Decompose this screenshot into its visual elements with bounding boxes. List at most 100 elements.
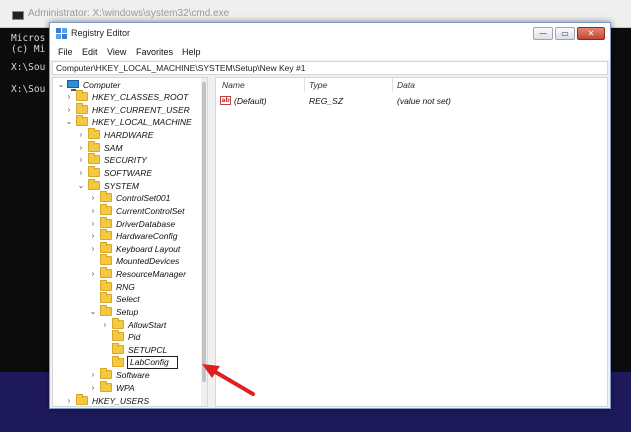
- regedit-titlebar[interactable]: Registry Editor — ▭ ✕: [50, 23, 610, 44]
- tree-item[interactable]: SETUPCL: [101, 343, 193, 356]
- chevron-right-icon[interactable]: ›: [77, 167, 85, 179]
- folder-icon: [100, 254, 112, 265]
- computer-icon: [67, 80, 79, 91]
- maximize-button[interactable]: ▭: [555, 27, 575, 40]
- tree-item[interactable]: › HKEY_CLASSES_ROOT: [65, 90, 193, 103]
- tree-item-label: HKEY_LOCAL_MACHINE: [92, 117, 192, 127]
- chevron-right-icon[interactable]: ›: [89, 218, 97, 230]
- menu-edit[interactable]: Edit: [82, 47, 98, 57]
- folder-icon: [100, 368, 112, 379]
- tree-item[interactable]: › ControlSet001: [89, 191, 193, 204]
- tree-item[interactable]: › Software: [89, 368, 193, 381]
- folder-icon: [100, 229, 112, 240]
- chevron-right-icon[interactable]: ›: [89, 230, 97, 242]
- regedit-icon: [56, 28, 67, 39]
- folder-icon: [100, 305, 112, 316]
- address-bar[interactable]: Computer\HKEY_LOCAL_MACHINE\SYSTEM\Setup…: [52, 61, 608, 75]
- chevron-right-icon[interactable]: ›: [89, 382, 97, 394]
- cmd-line: Micros: [11, 33, 46, 44]
- tree-item[interactable]: Pid: [101, 330, 193, 343]
- folder-icon: [100, 242, 112, 253]
- cmd-line: X:\Sou: [11, 62, 46, 73]
- column-header-data[interactable]: Data: [397, 80, 415, 90]
- tree-item-label: SOFTWARE: [104, 168, 153, 178]
- chevron-right-icon[interactable]: ›: [65, 91, 73, 103]
- chevron-right-icon[interactable]: ›: [89, 268, 97, 280]
- tree-item-label: HKEY_CURRENT_USER: [92, 105, 190, 115]
- tree-item-label: ResourceManager: [116, 269, 186, 279]
- chevron-down-icon[interactable]: ⌄: [65, 116, 73, 128]
- column-header-type[interactable]: Type: [309, 80, 327, 90]
- chevron-right-icon[interactable]: ›: [77, 129, 85, 141]
- pane-splitter[interactable]: [210, 77, 214, 407]
- value-name[interactable]: (Default): [234, 96, 267, 106]
- string-value-icon: ab: [220, 96, 231, 105]
- folder-icon: [112, 343, 124, 354]
- folder-icon: [112, 356, 124, 367]
- tree-item[interactable]: MountedDevices: [89, 254, 193, 267]
- tree-item[interactable]: Select: [89, 292, 193, 305]
- tree-item[interactable]: › HKEY_USERS: [65, 394, 193, 406]
- tree-item-label: Select: [116, 294, 140, 304]
- chevron-right-icon[interactable]: ›: [89, 369, 97, 381]
- chevron-right-icon[interactable]: ›: [65, 395, 73, 406]
- tree-item[interactable]: › ResourceManager: [89, 267, 193, 280]
- folder-icon: [76, 115, 88, 126]
- tree-scrollbar[interactable]: [201, 78, 207, 406]
- tree-item-label: SECURITY: [104, 155, 147, 165]
- tree-item[interactable]: › WPA: [89, 381, 193, 394]
- tree-item-label: CurrentControlSet: [116, 206, 185, 216]
- chevron-down-icon[interactable]: ⌄: [77, 180, 85, 192]
- menu-favorites[interactable]: Favorites: [136, 47, 173, 57]
- chevron-right-icon[interactable]: ›: [101, 319, 109, 331]
- folder-icon: [100, 292, 112, 303]
- tree-item[interactable]: ⌄ SYSTEM: [77, 179, 193, 192]
- menu-bar: File Edit View Favorites Help: [50, 44, 610, 60]
- tree-item[interactable]: › SECURITY: [77, 153, 193, 166]
- column-divider[interactable]: [392, 78, 393, 92]
- close-button[interactable]: ✕: [577, 27, 605, 40]
- values-list[interactable]: Name Type Data ab (Default) REG_SZ (valu…: [215, 77, 608, 407]
- chevron-right-icon[interactable]: ›: [77, 154, 85, 166]
- column-divider[interactable]: [304, 78, 305, 92]
- tree-item-label: RNG: [116, 282, 135, 292]
- tree-item[interactable]: › HARDWARE: [77, 128, 193, 141]
- menu-help[interactable]: Help: [182, 47, 201, 57]
- value-data[interactable]: (value not set): [397, 96, 451, 106]
- tree-item-label: SAM: [104, 143, 123, 153]
- key-tree[interactable]: ⌄ Computer › HKEY_CLASSES_ROOT › HKEY_CURRE…: [52, 77, 208, 407]
- folder-icon: [100, 267, 112, 278]
- menu-file[interactable]: File: [58, 47, 73, 57]
- tree-item-label: WPA: [116, 383, 135, 393]
- tree-item-label: HARDWARE: [104, 130, 154, 140]
- tree-item[interactable]: › HKEY_CURRENT_USER: [65, 103, 193, 116]
- tree-item[interactable]: › SOFTWARE: [77, 166, 193, 179]
- tree-item[interactable]: › HardwareConfig: [89, 229, 193, 242]
- chevron-right-icon[interactable]: ›: [89, 205, 97, 217]
- chevron-right-icon[interactable]: ›: [89, 192, 97, 204]
- value-type[interactable]: REG_SZ: [309, 96, 343, 106]
- registry-editor-window: Registry Editor — ▭ ✕ File Edit View Fav…: [49, 22, 611, 409]
- scrollbar-thumb[interactable]: [202, 82, 206, 382]
- tree-item[interactable]: › CurrentControlSet: [89, 204, 193, 217]
- folder-icon: [100, 217, 112, 228]
- column-header-name[interactable]: Name: [222, 80, 245, 90]
- chevron-right-icon[interactable]: ›: [65, 104, 73, 116]
- tree-item[interactable]: ⌄ Setup: [89, 305, 193, 318]
- tree-item[interactable]: LabConfig: [101, 356, 193, 369]
- chevron-right-icon[interactable]: ›: [77, 142, 85, 154]
- menu-view[interactable]: View: [107, 47, 126, 57]
- folder-icon: [100, 204, 112, 215]
- rename-key-input[interactable]: LabConfig: [127, 356, 178, 369]
- minimize-button[interactable]: —: [533, 27, 553, 40]
- chevron-down-icon[interactable]: ⌄: [89, 306, 97, 318]
- tree-item[interactable]: ⌄ HKEY_LOCAL_MACHINE: [65, 115, 193, 128]
- tree-item-label: ControlSet001: [116, 193, 171, 203]
- cmd-line: X:\Sou: [11, 84, 46, 95]
- chevron-right-icon[interactable]: ›: [89, 243, 97, 255]
- tree-item-label: Setup: [116, 307, 139, 317]
- tree-item-label: DriverDatabase: [116, 219, 176, 229]
- tree-item-label: HKEY_CLASSES_ROOT: [92, 92, 189, 102]
- chevron-down-icon[interactable]: ⌄: [57, 79, 65, 91]
- red-arrow-icon: [202, 364, 255, 396]
